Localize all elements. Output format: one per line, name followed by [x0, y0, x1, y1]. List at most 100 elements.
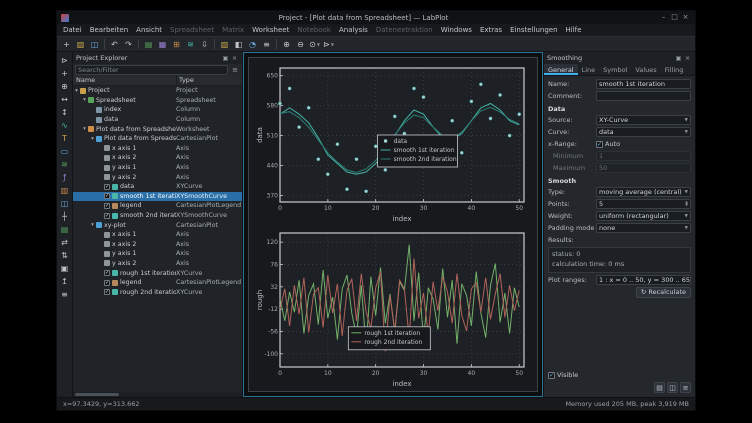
new-script-icon[interactable]: ≡: [260, 38, 273, 51]
zoom-mode-icon[interactable]: ⊙▼: [308, 38, 321, 51]
tree-row[interactable]: x axis 1Axis: [73, 230, 242, 240]
tree-row[interactable]: ▾SpreadsheetSpreadsheet: [73, 96, 242, 106]
shift-left-icon[interactable]: ⇄: [59, 236, 71, 248]
more-tools-icon[interactable]: ≡: [59, 288, 71, 300]
padding-select[interactable]: none ▼: [596, 223, 691, 233]
visibility-checkbox[interactable]: ✓: [104, 193, 110, 199]
visible-checkbox[interactable]: ✓: [548, 372, 555, 379]
menu-notebook[interactable]: Notebook: [293, 24, 335, 36]
save-project-icon[interactable]: ◫: [88, 38, 101, 51]
tab-filling[interactable]: Filling: [661, 64, 688, 75]
pointer-mode-icon[interactable]: ⊳▼: [322, 38, 335, 51]
maximum-input[interactable]: [596, 163, 691, 173]
weight-select[interactable]: uniform (rectangular) ▼: [596, 211, 691, 221]
tree-row[interactable]: y axis 1Axis: [73, 163, 242, 173]
tree-row[interactable]: dataColumn: [73, 115, 242, 125]
points-spinner[interactable]: 5 ▲▼: [596, 199, 691, 209]
close-button[interactable]: ×: [680, 11, 691, 24]
menu-ansicht[interactable]: Ansicht: [132, 24, 166, 36]
close-dock-icon[interactable]: ×: [230, 55, 239, 62]
select-tool-icon[interactable]: ⊳: [59, 54, 71, 66]
save-template-icon[interactable]: ◫: [667, 382, 678, 393]
menu-datenextraktion[interactable]: Datenextraktion: [372, 24, 437, 36]
menu-extras[interactable]: Extras: [476, 24, 506, 36]
menu-spreadsheet[interactable]: Spreadsheet: [166, 24, 218, 36]
collapse-icon[interactable]: ▾: [81, 97, 88, 103]
zoom-out-icon[interactable]: ⊖: [294, 38, 307, 51]
add-legend-icon[interactable]: ▤: [59, 223, 71, 235]
auto-scale-icon[interactable]: ▣: [59, 262, 71, 274]
minimize-button[interactable]: –: [658, 11, 669, 24]
crosshair-tool-icon[interactable]: +: [59, 67, 71, 79]
menu-bearbeiten[interactable]: Bearbeiten: [86, 24, 132, 36]
tree-row[interactable]: ✓legendCartesianPlotLegend: [73, 278, 242, 288]
redo-icon[interactable]: ↷: [122, 38, 135, 51]
menu-einstellungen[interactable]: Einstellungen: [506, 24, 561, 36]
dock-options-icon[interactable]: ≡: [680, 382, 691, 393]
add-image-icon[interactable]: ▭: [59, 145, 71, 157]
visibility-checkbox[interactable]: ✓: [104, 280, 110, 286]
tree-row[interactable]: ✓rough 1st iterationXYCurve: [73, 268, 242, 278]
float-dock-icon[interactable]: ▣: [221, 55, 230, 62]
plot-xy-rough[interactable]: 010203040501207632-12-56-100indexroughro…: [255, 227, 531, 388]
new-workbook-icon[interactable]: ◧: [232, 38, 245, 51]
menu-worksheet[interactable]: Worksheet: [248, 24, 293, 36]
visibility-checkbox[interactable]: ✓: [104, 289, 110, 295]
new-matrix-icon[interactable]: ▦: [156, 38, 169, 51]
add-equation-icon[interactable]: ƒ: [59, 171, 71, 183]
source-select[interactable]: XY-Curve ▼: [596, 115, 691, 125]
new-folder-icon[interactable]: ▧: [218, 38, 231, 51]
zoom-x-tool-icon[interactable]: ↔: [59, 93, 71, 105]
zoom-select-tool-icon[interactable]: ⊕: [59, 80, 71, 92]
visibility-checkbox[interactable]: ✓: [104, 270, 110, 276]
menu-matrix[interactable]: Matrix: [218, 24, 248, 36]
new-project-icon[interactable]: +: [60, 38, 73, 51]
name-input[interactable]: [596, 79, 691, 89]
filter-options-icon[interactable]: ≡: [230, 66, 240, 74]
tree-row[interactable]: ▾Plot data from SpreadsheetCartesianPlot: [73, 134, 242, 144]
collapse-icon[interactable]: ▾: [89, 222, 96, 228]
tree-row[interactable]: ✓smooth 1st iterationXYSmoothCurve: [73, 192, 242, 202]
undo-icon[interactable]: ↶: [108, 38, 121, 51]
close-dock-icon[interactable]: ×: [683, 55, 692, 62]
new-notebook-icon[interactable]: ≋: [184, 38, 197, 51]
collapse-icon[interactable]: ▾: [81, 126, 88, 132]
load-template-icon[interactable]: ▤: [654, 382, 665, 393]
zoom-in-icon[interactable]: ⊕: [280, 38, 293, 51]
add-histogram-icon[interactable]: ▥: [59, 184, 71, 196]
tree-column-header[interactable]: Name Type: [73, 76, 242, 86]
tab-line[interactable]: Line: [578, 64, 600, 75]
tree-row[interactable]: ✓rough 2nd iterationXYCurve: [73, 287, 242, 297]
new-worksheet-icon[interactable]: ⊞: [170, 38, 183, 51]
float-dock-icon[interactable]: ▣: [674, 55, 683, 62]
visibility-checkbox[interactable]: ✓: [104, 213, 110, 219]
zoom-y-tool-icon[interactable]: ↕: [59, 106, 71, 118]
tree-row[interactable]: ▾xy-plotCartesianPlot: [73, 220, 242, 230]
auto-range-checkbox[interactable]: ✓: [596, 141, 603, 148]
visibility-checkbox[interactable]: ✓: [104, 184, 110, 190]
add-curve-icon[interactable]: ≋: [59, 158, 71, 170]
menu-hilfe[interactable]: Hilfe: [562, 24, 586, 36]
visibility-checkbox[interactable]: ✓: [104, 203, 110, 209]
shift-up-icon[interactable]: ⇅: [59, 249, 71, 261]
tree-row[interactable]: x axis 1Axis: [73, 144, 242, 154]
explorer-hscrollbar[interactable]: [73, 392, 242, 397]
recalculate-button[interactable]: ↻ Recalculate: [636, 287, 691, 298]
column-header-type[interactable]: Type: [176, 76, 242, 85]
maximize-button[interactable]: □: [669, 11, 680, 24]
tree-row[interactable]: indexColumn: [73, 105, 242, 115]
new-spreadsheet-icon[interactable]: ▤: [142, 38, 155, 51]
tab-symbol[interactable]: Symbol: [599, 64, 631, 75]
collapse-icon[interactable]: ▾: [89, 136, 96, 142]
plot-ranges-select[interactable]: 1 : x = 0 .. 50, y = 300 .. 650 ▼: [596, 275, 691, 285]
comment-input[interactable]: [596, 91, 691, 101]
datapicker-icon[interactable]: ◔: [246, 38, 259, 51]
add-axis-icon[interactable]: ┼: [59, 210, 71, 222]
tab-values[interactable]: Values: [631, 64, 660, 75]
type-select[interactable]: moving average (central) ▼: [596, 187, 691, 197]
tree-row[interactable]: ▾ProjectProject: [73, 86, 242, 96]
open-project-icon[interactable]: ▨: [74, 38, 87, 51]
menu-datei[interactable]: Datei: [59, 24, 86, 36]
tree-row[interactable]: ✓dataXYCurve: [73, 182, 242, 192]
tree-row[interactable]: y axis 2Axis: [73, 259, 242, 269]
